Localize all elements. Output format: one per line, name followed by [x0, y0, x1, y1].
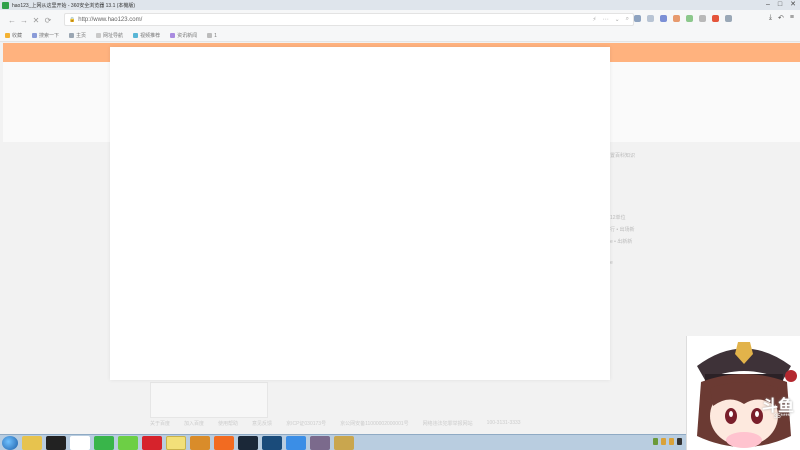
footer-link[interactable]: 意见反馈 — [252, 420, 272, 427]
tray-icon[interactable] — [677, 438, 682, 445]
stop-button[interactable]: ✕ — [30, 16, 42, 25]
info-icon — [207, 33, 213, 38]
footer-link[interactable]: 使用帮助 — [218, 420, 238, 427]
footer-links: 关于百度 加入百度 使用帮助 意见反馈 京ICP证030173号 京公网安备11… — [150, 420, 521, 427]
lightning-icon[interactable]: ⚡ — [592, 16, 596, 23]
back-button[interactable]: ← — [6, 16, 18, 25]
address-actions: ⚡ ⋯ ⌄ ⌕ — [592, 16, 629, 23]
star-icon — [5, 33, 10, 38]
windows-taskbar — [0, 434, 800, 450]
security-icon[interactable] — [118, 435, 138, 450]
side-text: e • 出新新 — [610, 239, 633, 245]
music-icon[interactable] — [142, 435, 162, 450]
side-text: 12单位 — [610, 215, 626, 221]
window-title: hao123_上网从这里开始 - 360安全浏览器 13.1 (本機版) — [12, 2, 136, 9]
extension-icon[interactable] — [660, 15, 667, 22]
footer-link[interactable]: 100-3131-3333 — [487, 420, 521, 427]
qq-icon[interactable] — [70, 435, 90, 450]
extension-icon[interactable] — [634, 15, 641, 22]
search-icon — [32, 33, 38, 38]
blank-modal-dialog[interactable] — [110, 47, 610, 380]
bookmark-item[interactable]: 主页 — [69, 32, 86, 39]
home-icon — [69, 33, 75, 38]
bookmark-item[interactable]: 搜索一下 — [32, 32, 59, 39]
footer-link[interactable]: 关于百度 — [150, 420, 170, 427]
g-app-icon[interactable] — [46, 435, 66, 450]
extension-icon[interactable] — [673, 15, 680, 22]
download-icon[interactable]: ⤓ — [769, 14, 772, 22]
search-icon[interactable]: ⌕ — [626, 16, 629, 23]
bookmark-item[interactable]: 1 — [207, 33, 217, 39]
active-window-icon[interactable] — [166, 435, 186, 450]
side-text: 行 • 出场新 — [610, 227, 635, 233]
url-text[interactable]: http://www.hao123.com/ — [78, 17, 142, 23]
browser-icon[interactable] — [94, 435, 114, 450]
streamer-overlay: 斗鱼 35**** — [686, 336, 800, 450]
minimize-button[interactable]: – — [766, 1, 770, 9]
room-id: 35**** — [773, 414, 790, 420]
refresh-button[interactable]: ⟳ — [42, 16, 54, 25]
browser-right-tools: ⤓ ↶ ≡ — [769, 14, 794, 22]
bookmark-item[interactable]: 网址导航 — [96, 32, 123, 39]
tray-icon[interactable] — [653, 438, 658, 445]
video-icon — [133, 33, 139, 38]
file-explorer-icon[interactable] — [22, 435, 42, 450]
tray-icon[interactable] — [669, 438, 674, 445]
platform-watermark: 斗鱼 — [761, 398, 794, 415]
bookmark-item[interactable]: 视频推荐 — [133, 32, 160, 39]
more-icon[interactable]: ⋯ — [603, 16, 609, 23]
side-text: 置百科知识 — [610, 153, 636, 159]
folder-icon[interactable] — [190, 435, 210, 450]
tray-icon[interactable] — [661, 438, 666, 445]
undo-icon[interactable]: ↶ — [778, 14, 784, 22]
extension-icons — [634, 15, 732, 22]
footer-link[interactable]: 加入百度 — [184, 420, 204, 427]
system-tray — [653, 438, 682, 445]
browser-app-icon — [2, 1, 9, 9]
extension-icon[interactable] — [699, 15, 706, 22]
footer-link[interactable]: 网络违法犯罪举报网站 — [423, 420, 473, 427]
app-icon[interactable] — [238, 435, 258, 450]
extension-icon[interactable] — [712, 15, 719, 22]
footer-box — [150, 382, 268, 418]
maximize-button[interactable]: □ — [778, 1, 782, 9]
news-icon — [170, 33, 176, 38]
menu-icon[interactable]: ≡ — [790, 14, 794, 22]
steam-icon[interactable] — [262, 435, 282, 450]
bookmarks-bar: 收藏 搜索一下 主页 网址导航 视频推荐 资讯新闻 1 — [0, 30, 800, 42]
extension-icon[interactable] — [725, 15, 732, 22]
game-icon[interactable] — [310, 435, 330, 450]
bookmark-item[interactable]: 收藏 — [5, 32, 22, 39]
extension-icon[interactable] — [647, 15, 654, 22]
window-titlebar: hao123_上网从这里开始 - 360安全浏览器 13.1 (本機版) – □… — [0, 0, 800, 10]
lock-icon: 🔒 — [69, 16, 76, 23]
bookmark-item[interactable]: 资讯新闻 — [170, 32, 197, 39]
forward-button[interactable]: → — [18, 16, 30, 25]
orange-app-icon[interactable] — [214, 435, 234, 450]
chevron-down-icon[interactable]: ⌄ — [615, 16, 620, 23]
cloud-icon[interactable] — [286, 435, 306, 450]
address-bar[interactable]: 🔒 http://www.hao123.com/ ⚡ ⋯ ⌄ ⌕ — [64, 13, 634, 26]
extension-icon[interactable] — [686, 15, 693, 22]
footer-link[interactable]: 京ICP证030173号 — [286, 420, 326, 427]
close-button[interactable]: ✕ — [790, 1, 796, 9]
globe-icon — [96, 33, 102, 38]
league-icon[interactable] — [334, 435, 354, 450]
start-button[interactable] — [2, 435, 18, 450]
footer-link[interactable]: 京公网安备11000002000001号 — [340, 420, 409, 427]
window-controls: – □ ✕ — [766, 1, 796, 9]
side-text: e — [610, 260, 613, 266]
